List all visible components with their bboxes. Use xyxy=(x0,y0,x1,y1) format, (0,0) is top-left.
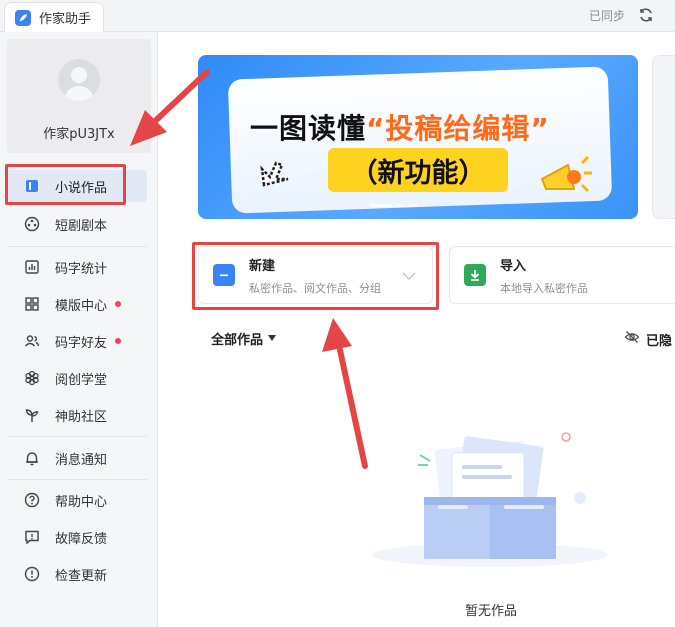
banner-title-prefix: 一图读懂 xyxy=(250,112,367,145)
help-icon xyxy=(23,491,41,509)
app-tab-title: 作家助手 xyxy=(39,12,92,27)
divider xyxy=(7,246,147,247)
notification-dot xyxy=(115,338,122,344)
sidebar-item-scripts[interactable]: 短剧剧本 xyxy=(7,208,147,240)
sidebar-item-label: 模版中心 xyxy=(55,298,108,314)
sidebar-item-label: 帮助中心 xyxy=(55,494,108,510)
sprout-icon xyxy=(23,406,41,424)
show-hidden-toggle[interactable]: 已隐 xyxy=(624,329,672,349)
import-work-desc: 本地导入私密作品 xyxy=(500,281,588,295)
sidebar-item-feedback[interactable]: 故障反馈 xyxy=(7,521,147,553)
sidebar-item-templates[interactable]: 模版中心 xyxy=(7,288,147,320)
eye-off-icon xyxy=(624,329,640,349)
sidebar-item-label: 检查更新 xyxy=(55,568,108,584)
username: 作家pU3JTx xyxy=(43,127,115,142)
sidebar-item-friends[interactable]: 码字好友 xyxy=(7,325,147,357)
download-icon xyxy=(464,264,486,286)
info-icon xyxy=(23,565,41,583)
sidebar-item-help[interactable]: 帮助中心 xyxy=(7,484,147,516)
import-work-title: 导入 xyxy=(500,258,527,274)
flower-icon xyxy=(23,369,41,387)
import-work-button[interactable]: 导入 本地导入私密作品 xyxy=(449,246,675,304)
empty-state-text: 暂无作品 xyxy=(465,604,518,619)
empty-box-illustration xyxy=(372,432,608,567)
sidebar-item-community[interactable]: 神助社区 xyxy=(7,399,147,431)
works-filter-label: 全部作品 xyxy=(211,333,264,348)
feather-icon xyxy=(15,9,31,26)
highlight-box-novels xyxy=(5,164,126,205)
sidebar: 作家pU3JTx 小说作品 短剧剧本 码字统计 模版中心 码字好友 阅创学堂 神… xyxy=(0,32,158,627)
caret-down-icon xyxy=(267,331,277,346)
banner-subtitle: （新功能） xyxy=(328,148,508,192)
sync-status: 已同步 xyxy=(588,9,625,23)
sidebar-item-label: 码字好友 xyxy=(55,335,108,351)
bell-icon xyxy=(23,449,41,467)
film-reel-icon xyxy=(23,215,41,233)
sidebar-item-stats[interactable]: 码字统计 xyxy=(7,251,147,283)
divider xyxy=(7,479,147,480)
banner-pager[interactable] xyxy=(370,204,418,207)
sidebar-item-label: 阅创学堂 xyxy=(55,372,108,388)
banner-title: 一图读懂“投稿给编辑” xyxy=(250,107,550,147)
sidebar-item-label: 消息通知 xyxy=(55,452,108,468)
notification-dot xyxy=(115,301,122,307)
banner-title-highlight: “投稿给编辑” xyxy=(366,112,550,145)
megaphone-icon xyxy=(534,149,594,213)
promo-banner[interactable]: 一图读懂“投稿给编辑” （新功能） xyxy=(198,55,638,219)
bar-chart-icon xyxy=(23,258,41,276)
sidebar-item-label: 神助社区 xyxy=(55,409,108,425)
profile-card[interactable]: 作家pU3JTx xyxy=(7,39,151,153)
sidebar-item-academy[interactable]: 阅创学堂 xyxy=(7,362,147,394)
feedback-icon xyxy=(23,528,41,546)
divider xyxy=(7,436,147,437)
app-tab[interactable]: 作家助手 xyxy=(4,2,104,32)
avatar[interactable] xyxy=(58,59,100,101)
works-filter-dropdown[interactable]: 全部作品 xyxy=(211,329,277,348)
title-bar: 作家助手 已同步 xyxy=(0,0,675,32)
arrow-to-new xyxy=(322,318,368,469)
refresh-icon[interactable] xyxy=(635,4,657,26)
highlight-box-new xyxy=(192,242,439,310)
show-hidden-label: 已隐 xyxy=(646,333,673,349)
sidebar-item-label: 码字统计 xyxy=(55,261,108,277)
grid-icon xyxy=(23,295,41,313)
sidebar-item-update[interactable]: 检查更新 xyxy=(7,558,147,590)
next-banner-preview[interactable] xyxy=(652,55,675,219)
sidebar-item-notifications[interactable]: 消息通知 xyxy=(7,442,147,474)
sidebar-item-label: 短剧剧本 xyxy=(55,218,108,234)
cursor-icon xyxy=(256,155,296,199)
sidebar-item-label: 故障反馈 xyxy=(55,531,108,547)
users-icon xyxy=(23,332,41,350)
